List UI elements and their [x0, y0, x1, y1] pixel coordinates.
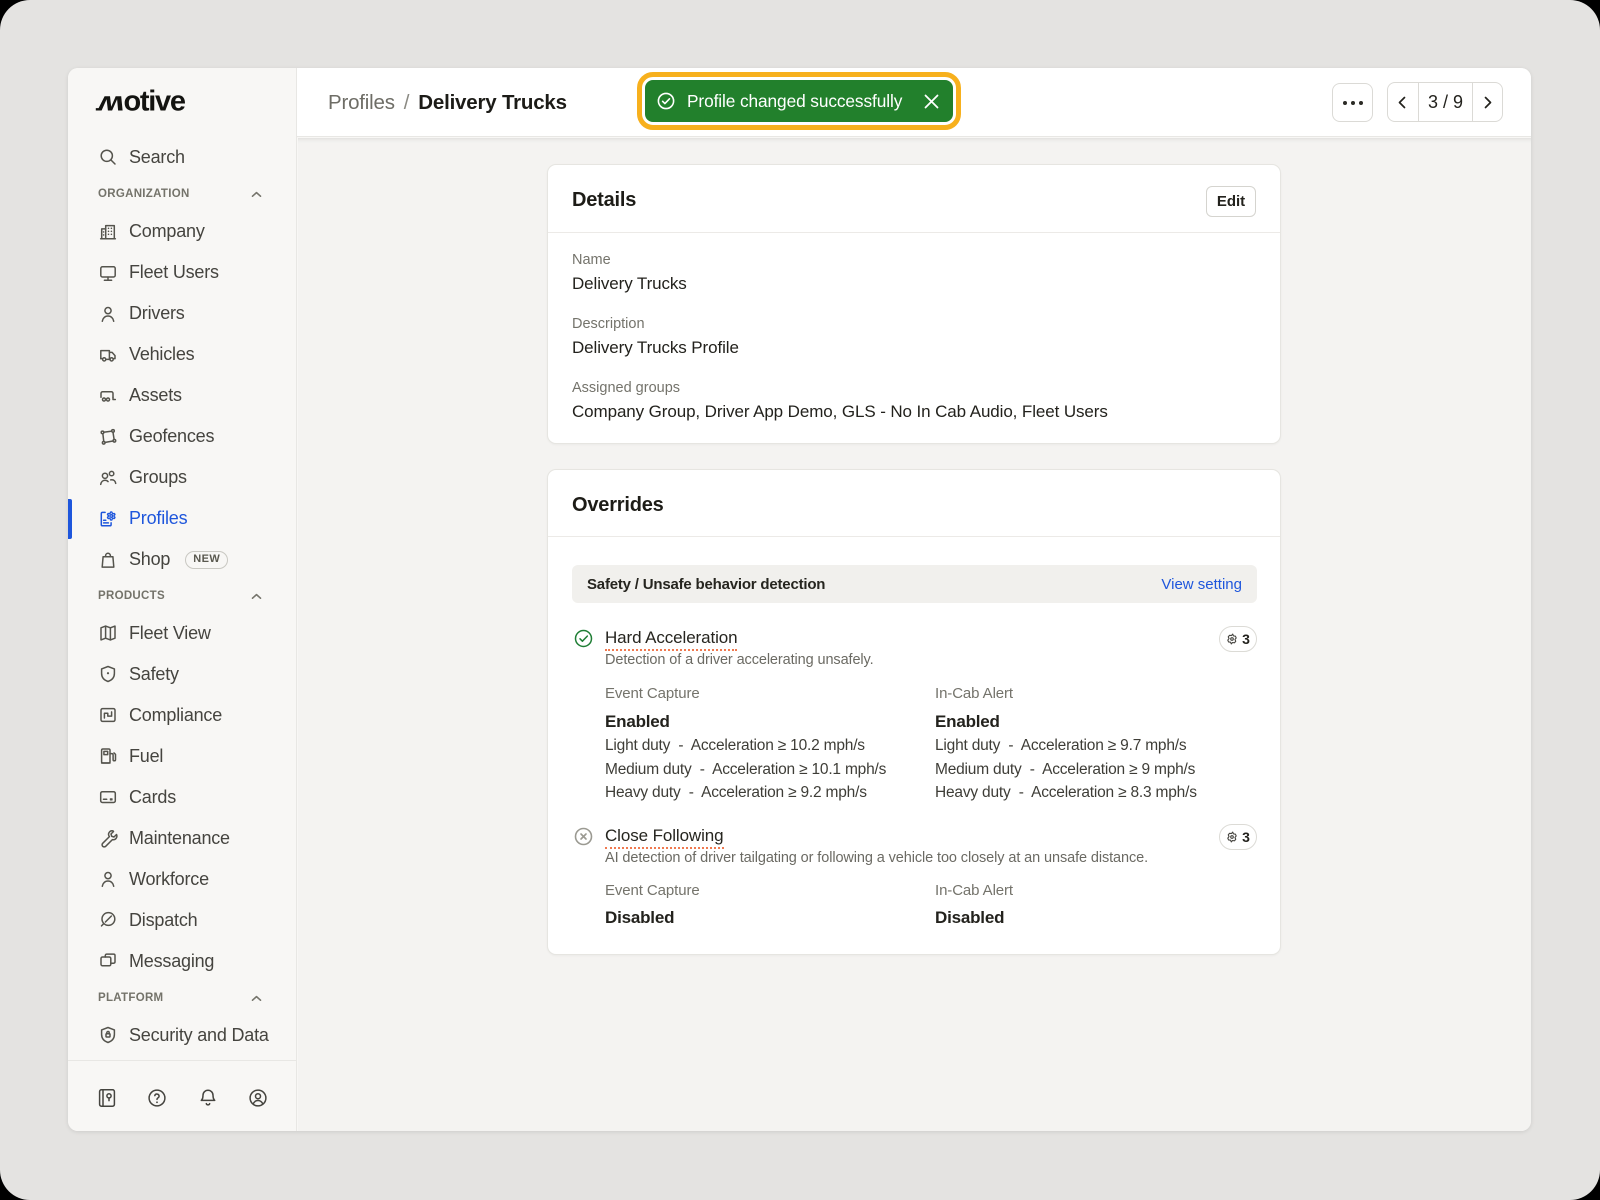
svg-text:otive: otive	[124, 87, 186, 117]
